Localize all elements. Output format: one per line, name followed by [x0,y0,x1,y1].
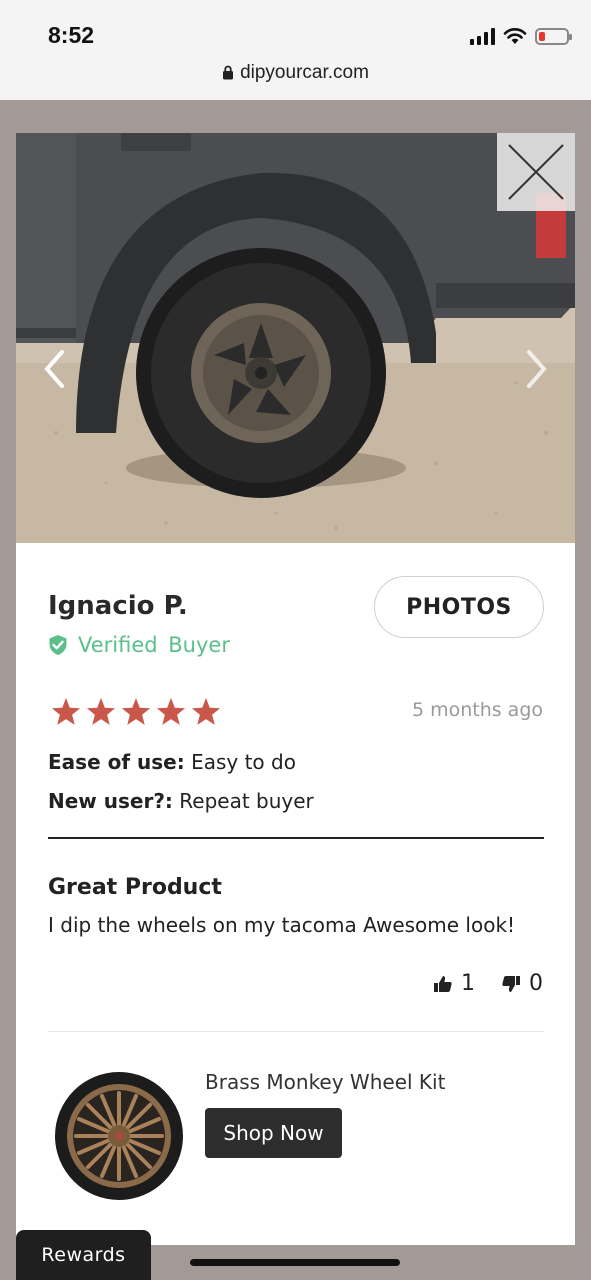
wifi-icon [503,28,527,44]
verified-label: Verified Buyer [78,633,230,657]
home-indicator [190,1259,400,1266]
review-title: Great Product [48,875,222,900]
url-text: dipyourcar.com [240,62,369,83]
review-modal: Ignacio P. Verified Buyer PHOTOS 5 month… [16,133,575,1245]
photos-button[interactable]: PHOTOS [374,576,544,638]
status-icons [470,24,572,48]
close-button[interactable] [497,133,575,211]
previous-photo-button[interactable] [42,348,68,394]
star-icon [86,698,116,725]
thumbs-up-icon [434,975,452,992]
thumbs-down-icon [502,975,520,992]
browser-top-bar: 8:52 dipyourcar.com [0,0,591,100]
review-photo [16,133,575,543]
attribute-new-user: New user?: Repeat buyer [48,789,314,813]
attribute-value: Repeat buyer [179,789,314,813]
wheel-image [55,1072,183,1200]
review-date: 5 months ago [411,699,543,721]
product-name[interactable]: Brass Monkey Wheel Kit [205,1070,445,1094]
attribute-ease-of-use: Ease of use: Easy to do [48,750,296,774]
chevron-right-icon [527,350,547,388]
battery-icon [535,27,572,45]
rewards-button[interactable]: Rewards [16,1230,151,1280]
close-icon [508,144,564,200]
truck-wheel-image [16,133,575,543]
thumbs-down-count: 0 [529,971,543,996]
shop-now-button[interactable]: Shop Now [205,1108,342,1158]
divider [48,1031,544,1032]
star-icon [121,698,151,725]
attribute-label: New user?: [48,789,173,813]
signal-icon [470,27,495,45]
next-photo-button[interactable] [523,348,549,394]
thumbs-up-button[interactable]: 1 [433,971,475,996]
lock-icon [223,65,234,80]
verified-buyer-badge: Verified Buyer [48,633,230,657]
divider [48,837,544,839]
star-icon [51,698,81,725]
attribute-value: Easy to do [191,750,296,774]
verified-shield-icon [49,635,67,655]
product-image[interactable] [52,1069,186,1203]
thumbs-up-count: 1 [461,971,475,996]
address-bar[interactable]: dipyourcar.com [0,62,591,84]
attribute-label: Ease of use: [48,750,185,774]
thumbs-down-button[interactable]: 0 [501,971,543,996]
review-body: I dip the wheels on my tacoma Awesome lo… [48,913,516,937]
reviewer-name: Ignacio P. [48,591,188,621]
star-icon [156,698,186,725]
star-icon [191,698,221,725]
status-time: 8:52 [48,22,95,48]
helpfulness-votes: 1 0 [433,971,543,996]
star-rating [50,697,222,727]
chevron-left-icon [44,350,64,388]
